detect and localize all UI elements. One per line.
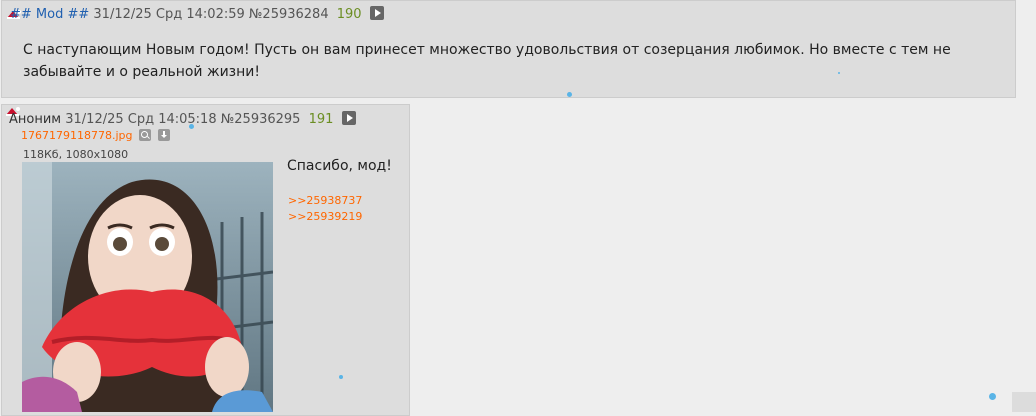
- post-number[interactable]: №25936295: [221, 112, 301, 127]
- post-date: 31/12/25 Срд 14:02:59: [93, 7, 245, 22]
- poster-name: ## Mod ##: [10, 7, 90, 22]
- snowflake: [838, 72, 840, 74]
- snowflake: [567, 92, 572, 97]
- post-header: Аноним 31/12/25 Срд 14:05:18 №25936295 1…: [9, 111, 356, 128]
- poster-name: Аноним: [9, 112, 62, 127]
- post-message: С наступающим Новым годом! Пусть он вам …: [23, 42, 951, 80]
- reply-links: >>25938737 >>25939219: [288, 193, 362, 225]
- post-date: 31/12/25 Срд 14:05:18: [65, 112, 217, 127]
- image-thumbnail[interactable]: [22, 162, 273, 412]
- snowflake: [339, 375, 343, 379]
- file-info: 1767179118778.jpg: [21, 129, 170, 143]
- scroll-corner[interactable]: [1012, 392, 1036, 412]
- post-message: Спасибо, мод!: [287, 158, 392, 174]
- snowflake: [989, 393, 996, 400]
- play-icon[interactable]: [341, 111, 356, 125]
- search-icon[interactable]: [139, 129, 151, 141]
- file-meta: 118Кб, 1080x1080: [23, 148, 129, 161]
- snowflake: [189, 124, 194, 129]
- post-count: 191: [308, 112, 334, 127]
- post-number[interactable]: №25936284: [249, 7, 329, 22]
- reply-link[interactable]: >>25939219: [288, 209, 362, 225]
- reply-link[interactable]: >>25938737: [288, 193, 362, 209]
- photo-illustration: [22, 162, 273, 412]
- post-header: ## Mod ## 31/12/25 Срд 14:02:59 №2593628…: [10, 6, 384, 23]
- play-icon[interactable]: [369, 6, 384, 20]
- op-post: ## Mod ## 31/12/25 Срд 14:02:59 №2593628…: [1, 0, 1016, 98]
- download-icon[interactable]: [157, 129, 170, 141]
- post-count: 190: [336, 7, 362, 22]
- file-link[interactable]: 1767179118778.jpg: [21, 129, 133, 142]
